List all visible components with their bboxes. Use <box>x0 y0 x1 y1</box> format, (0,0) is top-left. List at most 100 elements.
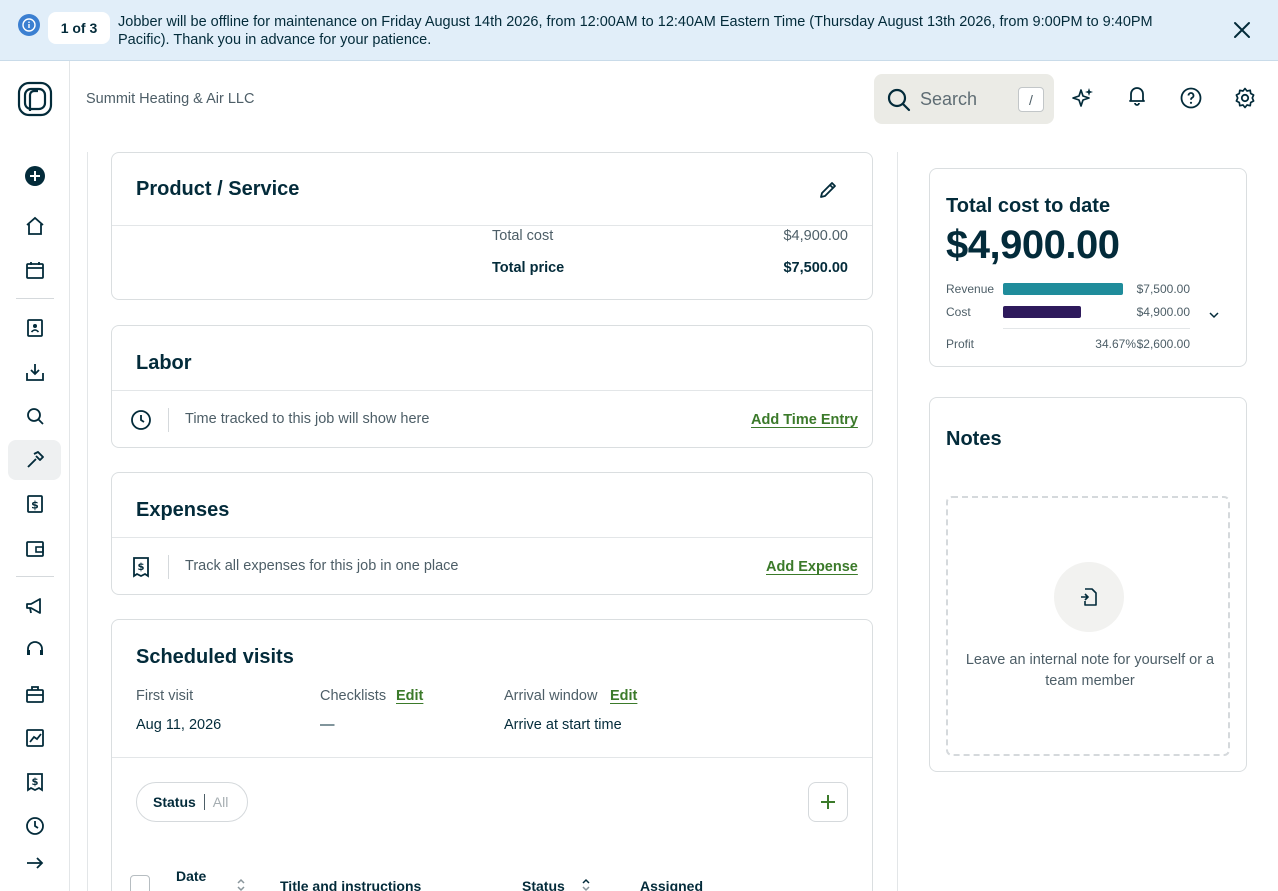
column-header-title[interactable]: Title and instructions <box>280 878 421 891</box>
marketing-icon[interactable] <box>8 586 61 626</box>
select-all-checkbox[interactable] <box>130 875 150 891</box>
schedule-icon[interactable] <box>8 250 61 290</box>
pill-divider <box>203 794 205 810</box>
support-icon[interactable] <box>8 630 61 670</box>
checklists-value: — <box>320 717 335 733</box>
add-expense-link[interactable]: Add Expense <box>766 559 858 575</box>
cost-summary-card: Total cost to date $4,900.00 Revenue $7,… <box>929 168 1247 367</box>
card-title: Product / Service <box>136 178 300 200</box>
scheduled-visits-card: Scheduled visits First visit Aug 11, 202… <box>111 619 873 891</box>
company-name[interactable]: Summit Heating & Air LLC <box>86 91 254 107</box>
help-icon[interactable] <box>1179 86 1203 110</box>
expenses-icon[interactable]: $ <box>8 762 61 802</box>
payments-icon[interactable] <box>8 528 61 568</box>
settings-icon[interactable] <box>1233 86 1257 110</box>
search-shortcut: / <box>1018 87 1044 112</box>
expenses-empty-text: Track all expenses for this job in one p… <box>185 558 459 574</box>
cost-bar <box>1003 306 1082 318</box>
svg-text:$: $ <box>31 777 38 788</box>
chevron-down-icon[interactable] <box>1208 307 1220 325</box>
create-icon[interactable] <box>8 156 61 196</box>
profit-value: $2,600.00 <box>1136 337 1190 351</box>
expand-icon[interactable] <box>8 843 61 883</box>
svg-text:$: $ <box>138 562 145 573</box>
jobber-logo[interactable] <box>17 81 53 117</box>
arrival-window-value: Arrive at start time <box>504 717 622 733</box>
notes-empty-text: Leave an internal note for yourself or a… <box>965 652 1215 689</box>
card-title: Labor <box>136 352 192 374</box>
product-service-card: Product / Service Total cost $4,900.00 T… <box>111 152 873 300</box>
cost-label: Cost <box>946 305 971 319</box>
column-header-status[interactable]: Status <box>522 878 565 891</box>
svg-text:$: $ <box>31 499 39 512</box>
expenses-card: Expenses $ Track all expenses for this j… <box>111 472 873 595</box>
requests-icon[interactable] <box>8 352 61 392</box>
invoices-icon[interactable]: $ <box>8 484 61 524</box>
apps-icon[interactable] <box>8 674 61 714</box>
first-visit-value: Aug 11, 2026 <box>136 717 222 733</box>
status-filter[interactable]: Status All <box>136 782 248 822</box>
content-divider-left <box>87 152 88 891</box>
column-header-assigned[interactable]: Assigned <box>640 878 703 891</box>
cost-value: $4,900.00 <box>1136 305 1190 319</box>
profit-divider <box>1003 328 1190 329</box>
quotes-icon[interactable] <box>8 396 61 436</box>
sort-icon[interactable] <box>236 878 246 891</box>
bell-icon[interactable] <box>1125 83 1149 107</box>
total-cost-label: Total cost <box>492 228 554 244</box>
first-visit-label: First visit <box>136 688 194 704</box>
card-divider <box>112 757 872 758</box>
checklists-edit-link[interactable]: Edit <box>396 688 423 704</box>
insights-icon[interactable] <box>8 718 61 758</box>
content-divider-right <box>897 152 898 891</box>
status-filter-key: Status <box>153 794 196 810</box>
sort-icon[interactable] <box>581 878 591 891</box>
total-price-label: Total price <box>492 260 565 276</box>
add-note-icon[interactable] <box>1054 562 1124 632</box>
cost-summary-title: Total cost to date <box>946 195 1111 217</box>
revenue-value: $7,500.00 <box>1136 282 1190 296</box>
status-filter-value: All <box>212 794 229 810</box>
jobs-icon[interactable] <box>8 440 61 480</box>
card-divider <box>112 225 872 226</box>
arrival-window-edit-link[interactable]: Edit <box>610 688 637 704</box>
total-cost-value: $4,900.00 <box>783 228 848 244</box>
sparkles-icon[interactable] <box>1071 86 1095 110</box>
profit-label: Profit <box>946 337 975 351</box>
labor-empty-text: Time tracked to this job will show here <box>185 411 430 427</box>
card-title: Scheduled visits <box>136 646 294 668</box>
pencil-icon[interactable] <box>816 178 840 202</box>
search-icon <box>886 87 912 118</box>
checklists-label: Checklists <box>320 688 387 704</box>
card-divider <box>112 390 872 391</box>
receipt-icon: $ <box>129 555 153 579</box>
column-header-date[interactable]: Date <box>176 868 206 884</box>
add-visit-button[interactable] <box>808 782 848 822</box>
banner-counter[interactable]: 1 of 3 <box>48 12 110 44</box>
plus-icon <box>821 795 835 809</box>
note-dropzone[interactable]: Leave an internal note for yourself or a… <box>946 496 1230 756</box>
timesheets-icon[interactable] <box>8 806 61 846</box>
card-divider <box>112 537 872 538</box>
nav-divider <box>16 576 54 577</box>
profit-percent: 34.67% <box>1095 337 1136 351</box>
clients-icon[interactable] <box>8 308 61 348</box>
row-divider <box>168 408 169 432</box>
close-icon[interactable] <box>1230 18 1254 42</box>
total-price-value: $7,500.00 <box>783 260 848 276</box>
add-time-entry-link[interactable]: Add Time Entry <box>751 412 858 428</box>
home-icon[interactable] <box>8 206 61 246</box>
revenue-label: Revenue <box>946 282 995 296</box>
revenue-bar <box>1003 283 1123 295</box>
maintenance-banner: 1 of 3 Jobber will be offline for mainte… <box>0 0 1278 61</box>
labor-card: Labor Time tracked to this job will show… <box>111 325 873 448</box>
card-title: Expenses <box>136 499 230 521</box>
arrival-window-label: Arrival window <box>504 688 598 704</box>
search-placeholder: Search <box>920 89 978 109</box>
info-icon <box>18 14 40 36</box>
search-bar[interactable]: Search / <box>874 74 1054 124</box>
clock-icon <box>129 408 153 432</box>
sidebar: $ $ <box>0 61 70 891</box>
notes-card: Notes Leave an internal note for yoursel… <box>929 397 1247 772</box>
banner-message: Jobber will be offline for maintenance o… <box>118 14 1153 48</box>
